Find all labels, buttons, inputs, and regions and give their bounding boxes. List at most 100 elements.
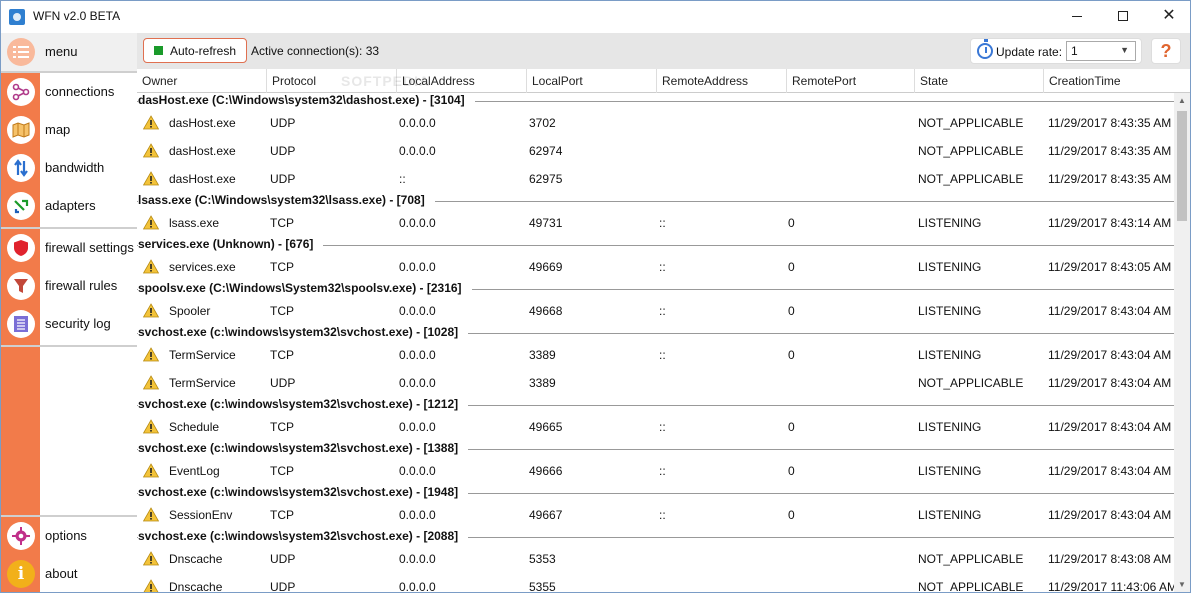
cell-protocol: UDP (270, 144, 296, 158)
cell-state: LISTENING (918, 216, 982, 230)
table-row[interactable]: services.exe TCP 0.0.0.0 49669:: 0 LISTENING 1… (137, 253, 1174, 281)
table-row[interactable]: EventLog TCP 0.0.0.0 49666:: 0 LISTENING 11/29… (137, 457, 1174, 485)
update-rate-label: Update rate: (996, 45, 1063, 59)
cell-local-address: 0.0.0.0 (399, 304, 436, 318)
cell-creation-time: 11/29/2017 8:43:14 AM (1048, 216, 1172, 230)
auto-refresh-button[interactable]: Auto-refresh (143, 38, 247, 63)
group-header[interactable]: svchost.exe (c:\windows\system32\svchost… (137, 325, 1174, 341)
warning-icon (143, 579, 159, 592)
minimize-button[interactable] (1054, 1, 1100, 31)
app-window: WFN v2.0 BETA ✕ menu connections map ban… (0, 0, 1191, 593)
cell-protocol: TCP (270, 348, 294, 362)
column-header-local-address[interactable]: LocalAddress (397, 69, 527, 93)
vertical-scrollbar[interactable]: ▲ ▼ (1174, 93, 1190, 592)
cell-local-address: 0.0.0.0 (399, 464, 436, 478)
sidebar-item-connections[interactable]: connections (1, 73, 137, 111)
cell-remote-address: :: (659, 420, 666, 434)
table-row[interactable]: dasHost.exe UDP 0.0.0.0 62974 NOT_APPLICABLE… (137, 137, 1174, 165)
bandwidth-icon (7, 154, 35, 182)
cell-state: LISTENING (918, 508, 982, 522)
maximize-button[interactable] (1100, 1, 1146, 31)
cell-remote-address: :: (659, 508, 666, 522)
group-header[interactable]: lsass.exe (C:\Windows\system32\lsass.exe… (137, 193, 1174, 209)
table-row[interactable]: Spooler TCP 0.0.0.0 49668:: 0 LISTENING 11/29/… (137, 297, 1174, 325)
warning-icon (143, 375, 159, 390)
group-header[interactable]: svchost.exe (c:\windows\system32\svchost… (137, 441, 1174, 457)
cell-owner: TermService (169, 376, 236, 390)
scroll-up-icon[interactable]: ▲ (1174, 93, 1190, 109)
cell-local-port: 49667 (529, 508, 563, 522)
cell-owner: lsass.exe (169, 216, 220, 230)
sidebar-item-map[interactable]: map (1, 111, 137, 149)
cell-protocol: UDP (270, 116, 296, 130)
cell-local-port: 62974 (529, 144, 563, 158)
sidebar-item-adapters[interactable]: adapters (1, 187, 137, 225)
cell-local-port: 3702 (529, 116, 556, 130)
cell-creation-time: 11/29/2017 11:43:06 AM (1048, 580, 1174, 593)
sidebar-item-firewall-rules[interactable]: firewall rules (1, 267, 137, 305)
cell-state: LISTENING (918, 420, 982, 434)
cell-owner: SessionEnv (169, 508, 233, 522)
help-button[interactable]: ? (1151, 38, 1181, 64)
update-rate-select[interactable]: 1 ▼ (1066, 41, 1136, 61)
sidebar-divider (1, 345, 137, 347)
cell-creation-time: 11/29/2017 8:43:35 AM (1048, 116, 1172, 130)
group-header[interactable]: dasHost.exe (C:\Windows\system32\dashost… (137, 93, 1174, 109)
close-button[interactable]: ✕ (1146, 1, 1190, 31)
group-title: dasHost.exe (C:\Windows\system32\dashost… (138, 93, 475, 107)
cell-local-address: :: (399, 172, 406, 186)
table-row[interactable]: Dnscache UDP 0.0.0.0 5353 NOT_APPLICABLE 11/2… (137, 545, 1174, 573)
table-row[interactable]: TermService TCP 0.0.0.0 3389:: 0 LISTENING 11/… (137, 341, 1174, 369)
scroll-down-icon[interactable]: ▼ (1174, 577, 1190, 592)
group-header[interactable]: svchost.exe (c:\windows\system32\svchost… (137, 397, 1174, 413)
cell-owner: Dnscache (169, 580, 223, 593)
cell-local-address: 0.0.0.0 (399, 552, 436, 566)
sidebar-item-firewall-settings[interactable]: firewall settings (1, 229, 137, 267)
cell-local-port: 5355 (529, 580, 556, 593)
cell-state: NOT_APPLICABLE (918, 580, 1024, 593)
table-row[interactable]: dasHost.exe UDP:: 62975 NOT_APPLICABLE 11/29… (137, 165, 1174, 193)
sidebar-item-menu[interactable]: menu (1, 33, 137, 71)
column-header-local-port[interactable]: LocalPort (527, 69, 657, 93)
sidebar-item-security-log[interactable]: security log (1, 305, 137, 343)
group-header[interactable]: services.exe (Unknown) - [676] (137, 237, 1174, 253)
group-header[interactable]: svchost.exe (c:\windows\system32\svchost… (137, 529, 1174, 545)
cell-remote-address: :: (659, 304, 666, 318)
sidebar-item-bandwidth[interactable]: bandwidth (1, 149, 137, 187)
group-header[interactable]: svchost.exe (c:\windows\system32\svchost… (137, 485, 1174, 501)
column-header-owner[interactable]: Owner (137, 69, 267, 93)
table-row[interactable]: Dnscache UDP 0.0.0.0 5355 NOT_APPLICABLE 11/2… (137, 573, 1174, 593)
sidebar-item-about[interactable]: i about (1, 555, 137, 592)
table-row[interactable]: lsass.exe TCP 0.0.0.0 49731:: 0 LISTENING 11/2… (137, 209, 1174, 237)
sidebar-item-label: security log (45, 316, 111, 331)
sidebar-item-label: firewall rules (45, 278, 118, 293)
column-header-state[interactable]: State (915, 69, 1044, 93)
column-header-protocol[interactable]: Protocol (267, 69, 397, 93)
table-row[interactable]: Schedule TCP 0.0.0.0 49665:: 0 LISTENING 11/29… (137, 413, 1174, 441)
cell-local-port: 3389 (529, 348, 556, 362)
cell-remote-address: :: (659, 260, 666, 274)
cell-state: NOT_APPLICABLE (918, 116, 1024, 130)
warning-icon (143, 551, 159, 566)
warning-icon (143, 419, 159, 434)
sidebar: menu connections map bandwidth adapters … (1, 33, 137, 592)
column-header-remote-address[interactable]: RemoteAddress (657, 69, 787, 93)
cell-protocol: TCP (270, 216, 294, 230)
column-header-creation-time[interactable]: CreationTime (1044, 69, 1174, 93)
cell-owner: Spooler (169, 304, 211, 318)
cell-local-port: 49731 (529, 216, 563, 230)
table-row[interactable]: TermService UDP 0.0.0.0 3389 NOT_APPLICABLE 1… (137, 369, 1174, 397)
cell-protocol: UDP (270, 172, 296, 186)
cell-state: NOT_APPLICABLE (918, 376, 1024, 390)
cell-creation-time: 11/29/2017 8:43:04 AM (1048, 508, 1172, 522)
cell-local-port: 62975 (529, 172, 563, 186)
table-row[interactable]: dasHost.exe UDP 0.0.0.0 3702 NOT_APPLICABLE 1… (137, 109, 1174, 137)
column-header-remote-port[interactable]: RemotePort (787, 69, 915, 93)
table-row[interactable]: SessionEnv TCP 0.0.0.0 49667:: 0 LISTENING 11/… (137, 501, 1174, 529)
group-header[interactable]: spoolsv.exe (C:\Windows\System32\spoolsv… (137, 281, 1174, 297)
sidebar-item-options[interactable]: options (1, 517, 137, 555)
scrollbar-thumb[interactable] (1177, 111, 1187, 221)
active-connections-count: Active connection(s): 33 (251, 44, 380, 58)
app-logo-icon (9, 9, 25, 25)
cell-protocol: TCP (270, 464, 294, 478)
